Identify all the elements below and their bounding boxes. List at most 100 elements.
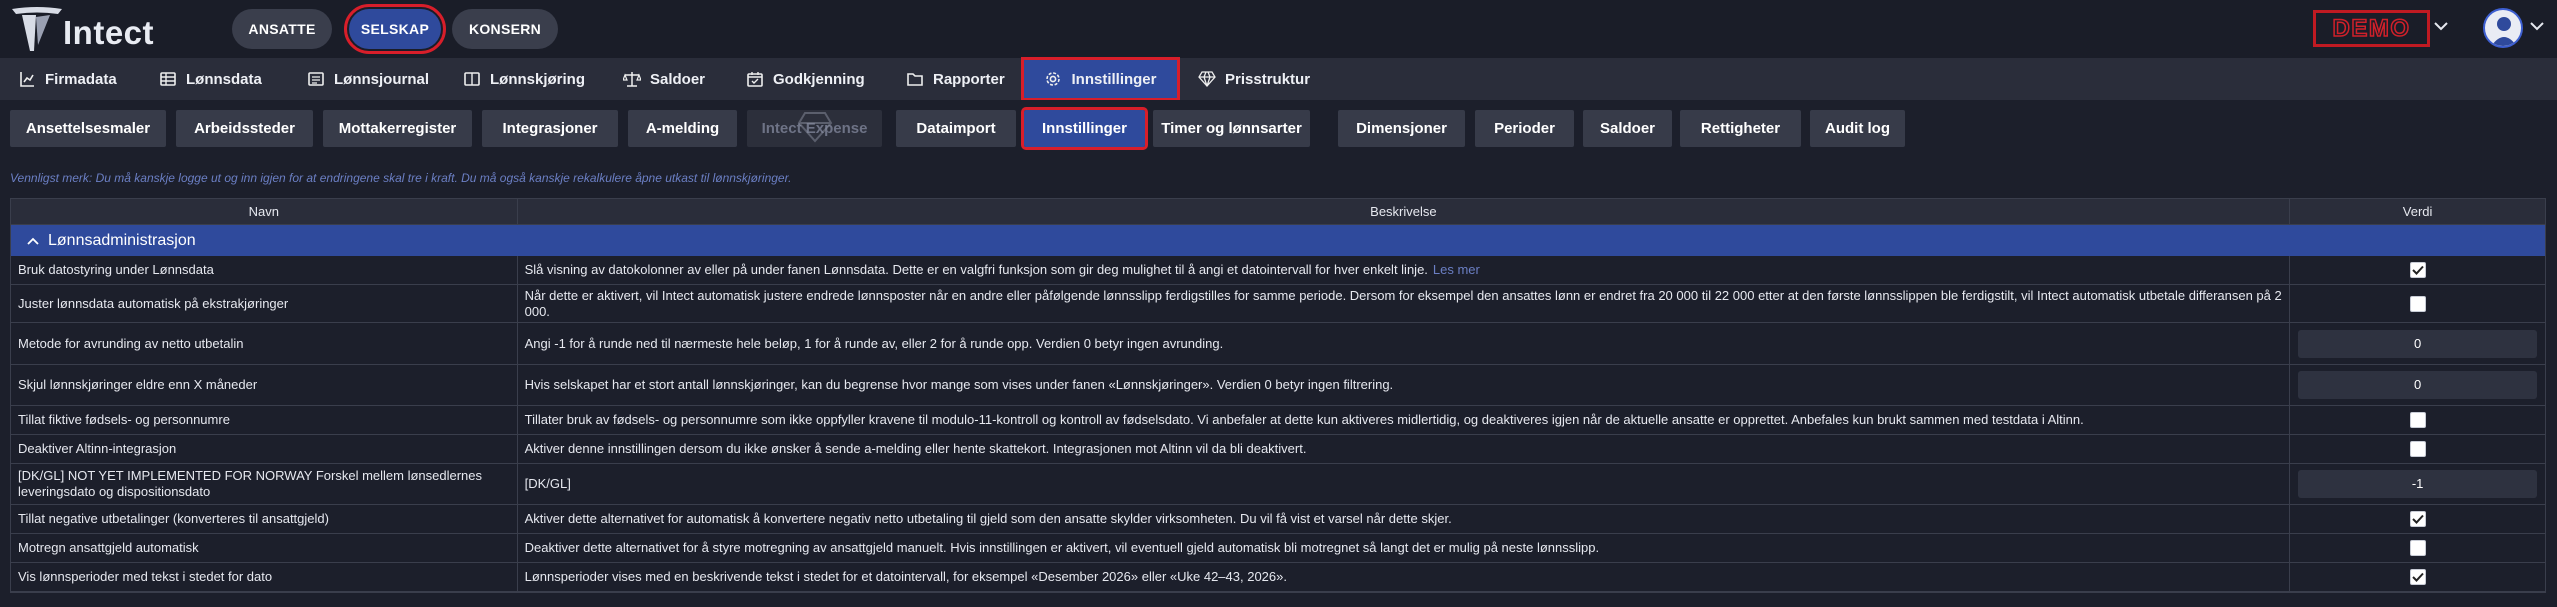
table-row: Vis lønnsperioder med tekst i stedet for…	[11, 563, 2545, 592]
nav-godkjenning[interactable]: Godkjenning	[746, 58, 865, 100]
intect-logo[interactable]	[10, 5, 64, 55]
nav-lonnsdata[interactable]: Lønnsdata	[159, 58, 262, 100]
setting-description: Tillater bruk av fødsels- og personnumre…	[518, 406, 2291, 434]
nav-label: Lønnsdata	[186, 70, 262, 88]
setting-name: Deaktiver Altinn-integrasjon	[11, 435, 518, 463]
setting-description: Hvis selskapet har et stort antall lønns…	[518, 365, 2291, 405]
sub-tab-mottakerregister[interactable]: Mottakerregister	[323, 110, 472, 147]
nav-lonnsjournal[interactable]: Lønnsjournal	[307, 58, 429, 100]
sub-tab-rettigheter[interactable]: Rettigheter	[1680, 110, 1801, 147]
nav-innstillinger[interactable]: Innstillinger	[1021, 57, 1180, 101]
checkmark-icon	[2411, 572, 2424, 582]
scale-icon	[623, 70, 641, 88]
sub-tab-timer-og-lonnsarter[interactable]: Timer og lønnsarter	[1153, 110, 1310, 147]
nav-saldoer[interactable]: Saldoer	[623, 58, 705, 100]
nav-lonnskjoring[interactable]: Lønnskjøring	[463, 58, 585, 100]
table-row: Tillat fiktive fødsels- og personnumre T…	[11, 406, 2545, 435]
table-header: Navn Beskrivelse Verdi	[11, 199, 2545, 225]
setting-checkbox[interactable]	[2409, 511, 2426, 527]
setting-value	[2290, 285, 2545, 322]
top-tab-ansatte[interactable]: ANSATTE	[232, 9, 332, 49]
setting-name: Tillat fiktive fødsels- og personnumre	[11, 406, 518, 434]
sub-tab-arbeidssteder[interactable]: Arbeidssteder	[176, 110, 313, 147]
nav-label: Rapporter	[933, 70, 1005, 88]
nav-label: Innstillinger	[1071, 70, 1157, 88]
calendar-check-icon	[746, 70, 764, 88]
setting-value: 0	[2290, 365, 2545, 405]
setting-number-input[interactable]: -1	[2298, 470, 2538, 498]
top-tab-konsern[interactable]: KONSERN	[452, 9, 558, 49]
chevron-down-icon[interactable]	[2434, 18, 2448, 36]
description-text: Slå visning av datokolonner av eller på …	[524, 262, 1428, 277]
top-tab-selskap[interactable]: SELSKAP	[344, 4, 446, 54]
setting-checkbox[interactable]	[2409, 441, 2426, 457]
chevron-down-icon[interactable]	[2530, 18, 2544, 36]
sub-tab-perioder[interactable]: Perioder	[1475, 110, 1574, 147]
sub-tab-a-melding[interactable]: A-melding	[628, 110, 737, 147]
avatar[interactable]	[2483, 8, 2523, 48]
sub-tab-dataimport[interactable]: Dataimport	[896, 110, 1016, 147]
column-header-navn: Navn	[11, 199, 518, 224]
setting-description: Aktiver denne innstillingen dersom du ik…	[518, 435, 2291, 463]
nav-prisstruktur[interactable]: Prisstruktur	[1198, 58, 1310, 100]
table-row: Bruk datostyring under Lønnsdata Slå vis…	[11, 256, 2545, 285]
setting-name: Vis lønnsperioder med tekst i stedet for…	[11, 563, 518, 591]
group-label: Lønnsadministrasjon	[48, 231, 196, 249]
setting-checkbox[interactable]	[2409, 412, 2426, 428]
setting-number-input[interactable]: 0	[2298, 371, 2538, 399]
chevron-up-icon	[27, 232, 39, 250]
table-row: Motregn ansattgjeld automatisk Deaktiver…	[11, 534, 2545, 563]
table-row: Tillat negative utbetalinger (konvertere…	[11, 505, 2545, 534]
setting-checkbox[interactable]	[2409, 540, 2426, 556]
group-header-lonnsadministrasjon[interactable]: Lønnsadministrasjon	[11, 225, 2545, 256]
sub-tab-integrasjoner[interactable]: Integrasjoner	[482, 110, 618, 147]
setting-checkbox[interactable]	[2409, 262, 2426, 278]
sub-tab-ansettelsesmaler[interactable]: Ansettelsesmaler	[10, 110, 166, 147]
diamond-icon	[1198, 70, 1216, 88]
sub-tab-audit-log[interactable]: Audit log	[1810, 110, 1905, 147]
book-icon	[463, 70, 481, 88]
setting-description: [DK/GL]	[518, 464, 2291, 504]
setting-value	[2290, 406, 2545, 434]
diamond-icon	[797, 111, 833, 147]
read-more-link[interactable]: Les mer	[1433, 262, 1480, 278]
setting-name: Motregn ansattgjeld automatisk	[11, 534, 518, 562]
setting-name: Skjul lønnskjøringer eldre enn X måneder	[11, 365, 518, 405]
table-row: Metode for avrunding av netto utbetalin …	[11, 323, 2545, 365]
setting-value: -1	[2290, 464, 2545, 504]
column-header-beskrivelse: Beskrivelse	[518, 199, 2291, 224]
user-icon	[2491, 17, 2517, 46]
setting-value: 0	[2290, 323, 2545, 364]
app-name: Intect	[63, 14, 155, 51]
setting-name: Metode for avrunding av netto utbetalin	[11, 323, 518, 364]
nav-label: Saldoer	[650, 70, 706, 88]
setting-value	[2290, 435, 2545, 463]
gear-icon	[1044, 70, 1062, 88]
table-row: Juster lønnsdata automatisk på ekstrakjø…	[11, 285, 2545, 323]
nav-label: Prisstruktur	[1225, 70, 1311, 88]
setting-name: [DK/GL] NOT YET IMPLEMENTED FOR NORWAY F…	[11, 464, 518, 504]
nav-label: Lønnskjøring	[490, 70, 585, 88]
building-chart-icon	[18, 70, 36, 88]
setting-name: Tillat negative utbetalinger (konvertere…	[11, 505, 518, 533]
setting-description: Angi -1 for å runde ned til nærmeste hel…	[518, 323, 2291, 364]
sub-tab-dimensjoner[interactable]: Dimensjoner	[1338, 110, 1465, 147]
settings-notice: Vennligst merk: Du må kanskje logge ut o…	[10, 171, 792, 185]
setting-name: Bruk datostyring under Lønnsdata	[11, 256, 518, 284]
nav-firmadata[interactable]: Firmadata	[18, 58, 117, 100]
setting-value	[2290, 505, 2545, 533]
setting-value	[2290, 256, 2545, 284]
setting-number-input[interactable]: 0	[2298, 329, 2538, 358]
setting-checkbox[interactable]	[2409, 569, 2426, 585]
sub-nav: Ansettelsesmaler Arbeidssteder Mottakerr…	[0, 100, 2557, 156]
nav-rapporter[interactable]: Rapporter	[906, 58, 1005, 100]
setting-checkbox[interactable]	[2409, 295, 2426, 312]
setting-name: Juster lønnsdata automatisk på ekstrakjø…	[11, 285, 518, 322]
nav-label: Firmadata	[45, 70, 117, 88]
sub-tab-saldoer[interactable]: Saldoer	[1583, 110, 1672, 147]
sub-tab-innstillinger[interactable]: Innstillinger	[1021, 107, 1148, 150]
setting-description: Slå visning av datokolonner av eller på …	[518, 256, 2291, 284]
grid-icon	[159, 70, 177, 88]
demo-label: DEMO	[2332, 14, 2411, 43]
table-row: Deaktiver Altinn-integrasjon Aktiver den…	[11, 435, 2545, 464]
